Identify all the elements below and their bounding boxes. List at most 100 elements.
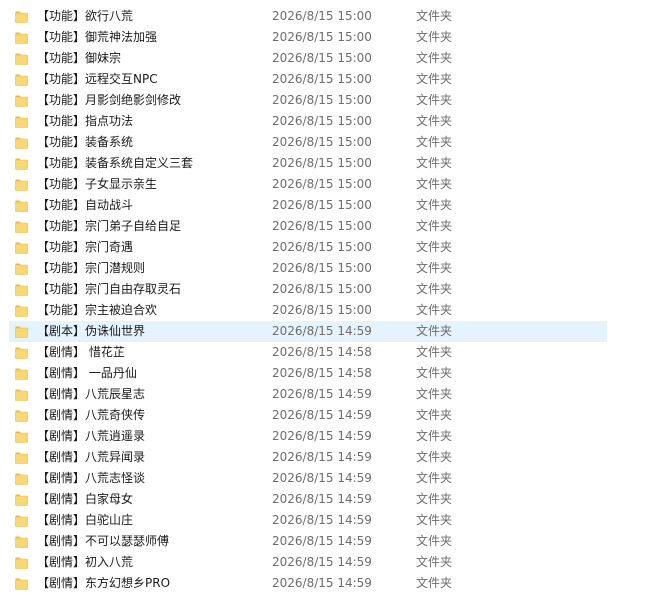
- folder-icon: [15, 240, 28, 254]
- folder-icon: [15, 555, 28, 569]
- item-type: 文件夹: [416, 555, 453, 569]
- modified-date: 2026/8/15 15:00: [272, 30, 372, 44]
- folder-icon: [15, 219, 28, 233]
- modified-date: 2026/8/15 14:59: [272, 471, 372, 485]
- item-type: 文件夹: [416, 198, 453, 212]
- folder-icon: [15, 345, 28, 359]
- modified-date: 2026/8/15 15:00: [272, 93, 372, 107]
- folder-row[interactable]: 【剧情】初入八荒 2026/8/15 14:59 文件夹: [9, 552, 607, 573]
- item-type: 文件夹: [416, 345, 453, 359]
- folder-row[interactable]: 【功能】宗门弟子自给自足 2026/8/15 15:00 文件夹: [9, 216, 607, 237]
- folder-icon: [15, 429, 28, 443]
- modified-date: 2026/8/15 15:00: [272, 177, 372, 191]
- item-type: 文件夹: [416, 30, 453, 44]
- folder-row[interactable]: 【剧情】八荒异闻录 2026/8/15 14:59 文件夹: [9, 447, 607, 468]
- folder-name: 【功能】宗门潜规则: [37, 261, 146, 275]
- folder-row[interactable]: 【剧情】白驼山庄 2026/8/15 14:59 文件夹: [9, 510, 607, 531]
- folder-row[interactable]: 【功能】御妹宗 2026/8/15 15:00 文件夹: [9, 48, 607, 69]
- item-type: 文件夹: [416, 387, 453, 401]
- folder-name: 【剧情】不可以瑟瑟师傅: [37, 534, 170, 548]
- folder-icon: [15, 177, 28, 191]
- folder-name: 【功能】宗门弟子自给自足: [37, 219, 182, 233]
- folder-icon: [15, 198, 28, 212]
- item-type: 文件夹: [416, 534, 453, 548]
- modified-date: 2026/8/15 14:59: [272, 450, 372, 464]
- folder-name: 【剧情】东方幻想乡PRO: [37, 576, 171, 590]
- folder-name: 【剧情】八荒逍遥录: [37, 429, 146, 443]
- folder-name: 【剧情】白家母女: [37, 492, 134, 506]
- folder-icon: [15, 366, 28, 380]
- modified-date: 2026/8/15 15:00: [272, 114, 372, 128]
- folder-row[interactable]: 【功能】宗门自由存取灵石 2026/8/15 15:00 文件夹: [9, 279, 607, 300]
- folder-row[interactable]: 【剧本】伪诛仙世界 2026/8/15 14:59 文件夹: [9, 321, 607, 342]
- folder-name: 【功能】欲行八荒: [37, 9, 134, 23]
- folder-row[interactable]: 【剧情】 一品丹仙 2026/8/15 14:58 文件夹: [9, 363, 607, 384]
- item-type: 文件夹: [416, 114, 453, 128]
- folder-icon: [15, 282, 28, 296]
- folder-name: 【剧情】八荒志怪谈: [37, 471, 146, 485]
- item-type: 文件夹: [416, 576, 453, 590]
- modified-date: 2026/8/15 15:00: [272, 219, 372, 233]
- folder-name: 【功能】宗门奇遇: [37, 240, 134, 254]
- folder-row[interactable]: 【功能】月影剑绝影剑修改 2026/8/15 15:00 文件夹: [9, 90, 607, 111]
- item-type: 文件夹: [416, 240, 453, 254]
- folder-name: 【剧情】 一品丹仙: [37, 366, 137, 380]
- folder-name: 【剧情】八荒辰星志: [37, 387, 146, 401]
- folder-name: 【功能】自动战斗: [37, 198, 134, 212]
- item-type: 文件夹: [416, 513, 453, 527]
- modified-date: 2026/8/15 14:59: [272, 408, 372, 422]
- folder-icon: [15, 72, 28, 86]
- folder-row[interactable]: 【剧情】八荒逍遥录 2026/8/15 14:59 文件夹: [9, 426, 607, 447]
- modified-date: 2026/8/15 14:58: [272, 345, 372, 359]
- folder-name: 【功能】指点功法: [37, 114, 134, 128]
- folder-row[interactable]: 【功能】装备系统 2026/8/15 15:00 文件夹: [9, 132, 607, 153]
- modified-date: 2026/8/15 15:00: [272, 198, 372, 212]
- item-type: 文件夹: [416, 303, 453, 317]
- folder-name: 【剧情】初入八荒: [37, 555, 134, 569]
- folder-icon: [15, 303, 28, 317]
- folder-row[interactable]: 【功能】宗门奇遇 2026/8/15 15:00 文件夹: [9, 237, 607, 258]
- folder-name: 【功能】远程交互NPC: [37, 72, 158, 86]
- item-type: 文件夹: [416, 471, 453, 485]
- folder-name: 【剧本】伪诛仙世界: [37, 324, 146, 338]
- folder-icon: [15, 534, 28, 548]
- item-type: 文件夹: [416, 492, 453, 506]
- folder-row[interactable]: 【功能】宗主被迫合欢 2026/8/15 15:00 文件夹: [9, 300, 607, 321]
- folder-name: 【功能】宗门自由存取灵石: [37, 282, 182, 296]
- folder-row[interactable]: 【功能】装备系统自定义三套 2026/8/15 15:00 文件夹: [9, 153, 607, 174]
- folder-row[interactable]: 【剧情】不可以瑟瑟师傅 2026/8/15 14:59 文件夹: [9, 531, 607, 552]
- folder-row[interactable]: 【剧情】八荒奇侠传 2026/8/15 14:59 文件夹: [9, 405, 607, 426]
- folder-row[interactable]: 【剧情】东方幻想乡PRO 2026/8/15 14:59 文件夹: [9, 573, 607, 594]
- folder-icon: [15, 135, 28, 149]
- item-type: 文件夹: [416, 324, 453, 338]
- folder-icon: [15, 261, 28, 275]
- item-type: 文件夹: [416, 429, 453, 443]
- folder-row[interactable]: 【功能】宗门潜规则 2026/8/15 15:00 文件夹: [9, 258, 607, 279]
- folder-icon: [15, 324, 28, 338]
- folder-name: 【剧情】 惜花芷: [37, 345, 125, 359]
- folder-icon: [15, 408, 28, 422]
- item-type: 文件夹: [416, 219, 453, 233]
- folder-icon: [15, 93, 28, 107]
- folder-name: 【功能】装备系统: [37, 135, 134, 149]
- modified-date: 2026/8/15 15:00: [272, 303, 372, 317]
- folder-row[interactable]: 【剧情】 惜花芷 2026/8/15 14:58 文件夹: [9, 342, 607, 363]
- item-type: 文件夹: [416, 282, 453, 296]
- folder-row[interactable]: 【功能】御荒神法加强 2026/8/15 15:00 文件夹: [9, 27, 607, 48]
- modified-date: 2026/8/15 14:59: [272, 324, 372, 338]
- folder-row[interactable]: 【功能】自动战斗 2026/8/15 15:00 文件夹: [9, 195, 607, 216]
- modified-date: 2026/8/15 15:00: [272, 156, 372, 170]
- folder-row[interactable]: 【功能】指点功法 2026/8/15 15:00 文件夹: [9, 111, 607, 132]
- item-type: 文件夹: [416, 408, 453, 422]
- folder-row[interactable]: 【剧情】八荒志怪谈 2026/8/15 14:59 文件夹: [9, 468, 607, 489]
- folder-row[interactable]: 【剧情】白家母女 2026/8/15 14:59 文件夹: [9, 489, 607, 510]
- folder-row[interactable]: 【功能】远程交互NPC 2026/8/15 15:00 文件夹: [9, 69, 607, 90]
- modified-date: 2026/8/15 14:58: [272, 366, 372, 380]
- item-type: 文件夹: [416, 93, 453, 107]
- folder-row[interactable]: 【功能】欲行八荒 2026/8/15 15:00 文件夹: [9, 6, 607, 27]
- item-type: 文件夹: [416, 450, 453, 464]
- folder-row[interactable]: 【剧情】八荒辰星志 2026/8/15 14:59 文件夹: [9, 384, 607, 405]
- folder-row[interactable]: 【功能】子女显示亲生 2026/8/15 15:00 文件夹: [9, 174, 607, 195]
- folder-name: 【剧情】八荒奇侠传: [37, 408, 146, 422]
- modified-date: 2026/8/15 14:59: [272, 555, 372, 569]
